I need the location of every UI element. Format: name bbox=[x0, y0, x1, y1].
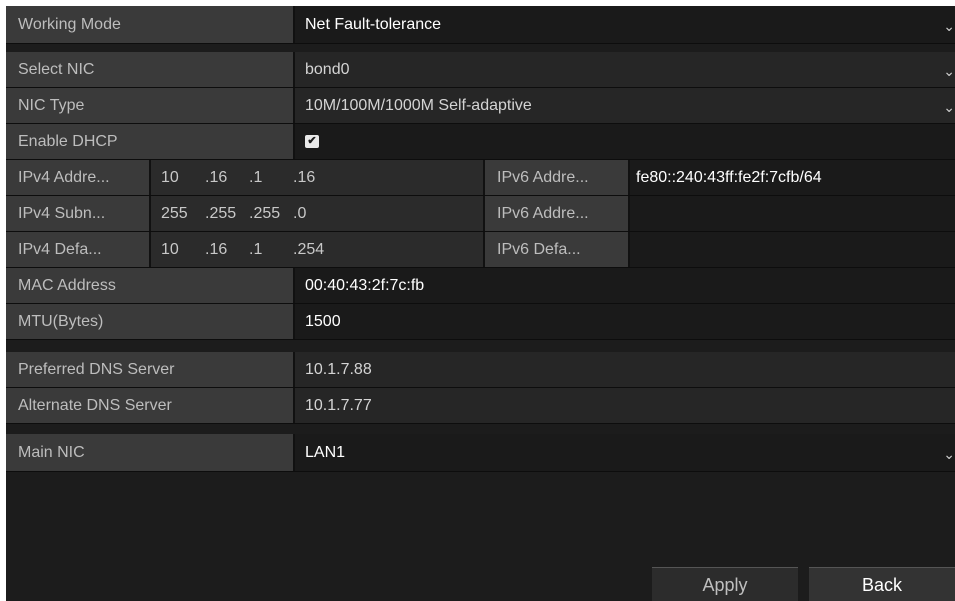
ipv4-gateway-seg-2: .16 bbox=[205, 240, 228, 258]
chevron-down-icon: ⌄ bbox=[943, 17, 955, 34]
ipv6-address-1-field[interactable]: fe80::240:43ff:fe2f:7cfb/64 bbox=[630, 160, 955, 195]
select-nic-dropdown[interactable]: bond0 ⌄ bbox=[295, 52, 955, 87]
mac-address-value: 00:40:43:2f:7c:fb bbox=[295, 268, 955, 303]
nic-type-label: NIC Type bbox=[6, 88, 295, 123]
ipv6-address-1-label: IPv6 Addre... bbox=[485, 160, 630, 195]
main-nic-row: Main NIC LAN1 ⌄ bbox=[6, 434, 955, 472]
alternate-dns-row: Alternate DNS Server 10.1.7.77 bbox=[6, 388, 955, 424]
chevron-down-icon: ⌄ bbox=[943, 98, 955, 115]
alternate-dns-input[interactable]: 10.1.7.77 bbox=[295, 388, 955, 423]
main-nic-label: Main NIC bbox=[6, 434, 295, 471]
enable-dhcp-row: Enable DHCP ✔ bbox=[6, 124, 955, 160]
ip-address-row: IPv4 Addre... 10 .16 .1 .16 IPv6 Addre..… bbox=[6, 160, 955, 196]
preferred-dns-row: Preferred DNS Server 10.1.7.88 bbox=[6, 352, 955, 388]
mac-address-row: MAC Address 00:40:43:2f:7c:fb bbox=[6, 268, 955, 304]
ipv4-subnet-seg-1: 255 bbox=[161, 204, 188, 222]
ipv4-address-seg-4: .16 bbox=[293, 168, 316, 186]
preferred-dns-input[interactable]: 10.1.7.88 bbox=[295, 352, 955, 387]
nic-type-dropdown[interactable]: 10M/100M/1000M Self-adaptive ⌄ bbox=[295, 88, 955, 123]
ipv4-subnet-seg-2: .255 bbox=[205, 204, 237, 222]
working-mode-row: Working Mode Net Fault-tolerance ⌄ bbox=[6, 6, 955, 44]
select-nic-label: Select NIC bbox=[6, 52, 295, 87]
mtu-input[interactable]: 1500 bbox=[295, 304, 955, 339]
ipv4-address-label: IPv4 Addre... bbox=[6, 160, 151, 195]
working-mode-value: Net Fault-tolerance bbox=[305, 15, 442, 33]
ipv4-subnet-label: IPv4 Subn... bbox=[6, 196, 151, 231]
apply-button[interactable]: Apply bbox=[652, 567, 798, 601]
ipv4-address-seg-3: .1 bbox=[249, 168, 263, 186]
ipv4-address-seg-1: 10 bbox=[161, 168, 179, 186]
nic-type-row: NIC Type 10M/100M/1000M Self-adaptive ⌄ bbox=[6, 88, 955, 124]
mtu-label: MTU(Bytes) bbox=[6, 304, 295, 339]
chevron-down-icon: ⌄ bbox=[943, 445, 955, 462]
ip-gateway-row: IPv4 Defa... 10 .16 .1 .254 IPv6 Defa... bbox=[6, 232, 955, 268]
back-button[interactable]: Back bbox=[809, 567, 955, 601]
alternate-dns-label: Alternate DNS Server bbox=[6, 388, 295, 423]
working-mode-dropdown[interactable]: Net Fault-tolerance ⌄ bbox=[295, 6, 955, 43]
preferred-dns-label: Preferred DNS Server bbox=[6, 352, 295, 387]
enable-dhcp-checkbox[interactable]: ✔ bbox=[305, 135, 319, 148]
ip-subnet-row: IPv4 Subn... 255 .255 .255 .0 IPv6 Addre… bbox=[6, 196, 955, 232]
ipv4-subnet-seg-3: .255 bbox=[249, 204, 281, 222]
mtu-row: MTU(Bytes) 1500 bbox=[6, 304, 955, 340]
ipv4-gateway-seg-4: .254 bbox=[293, 240, 325, 258]
network-settings-panel: Working Mode Net Fault-tolerance ⌄ Selec… bbox=[6, 6, 955, 601]
enable-dhcp-cell: ✔ bbox=[295, 124, 955, 159]
main-nic-dropdown[interactable]: LAN1 ⌄ bbox=[295, 434, 955, 471]
ipv4-subnet-seg-4: .0 bbox=[293, 204, 307, 222]
ipv6-address-2-label: IPv6 Addre... bbox=[485, 196, 630, 231]
ipv6-gateway-label: IPv6 Defa... bbox=[485, 232, 630, 267]
main-nic-value: LAN1 bbox=[305, 443, 346, 461]
select-nic-value: bond0 bbox=[305, 60, 350, 78]
ipv4-gateway-seg-3: .1 bbox=[249, 240, 263, 258]
ipv4-gateway-label: IPv4 Defa... bbox=[6, 232, 151, 267]
chevron-down-icon: ⌄ bbox=[943, 62, 955, 79]
mac-address-label: MAC Address bbox=[6, 268, 295, 303]
working-mode-label: Working Mode bbox=[6, 6, 295, 43]
ipv4-address-field[interactable]: 10 .16 .1 .16 bbox=[151, 160, 485, 195]
ipv4-gateway-seg-1: 10 bbox=[161, 240, 179, 258]
ipv4-gateway-field[interactable]: 10 .16 .1 .254 bbox=[151, 232, 485, 267]
nic-type-value: 10M/100M/1000M Self-adaptive bbox=[305, 96, 532, 114]
ipv6-gateway-field[interactable] bbox=[630, 232, 955, 267]
ipv4-subnet-field[interactable]: 255 .255 .255 .0 bbox=[151, 196, 485, 231]
select-nic-row: Select NIC bond0 ⌄ bbox=[6, 52, 955, 88]
ipv4-address-seg-2: .16 bbox=[205, 168, 228, 186]
ipv6-address-2-field[interactable] bbox=[630, 196, 955, 231]
enable-dhcp-label: Enable DHCP bbox=[6, 124, 295, 159]
